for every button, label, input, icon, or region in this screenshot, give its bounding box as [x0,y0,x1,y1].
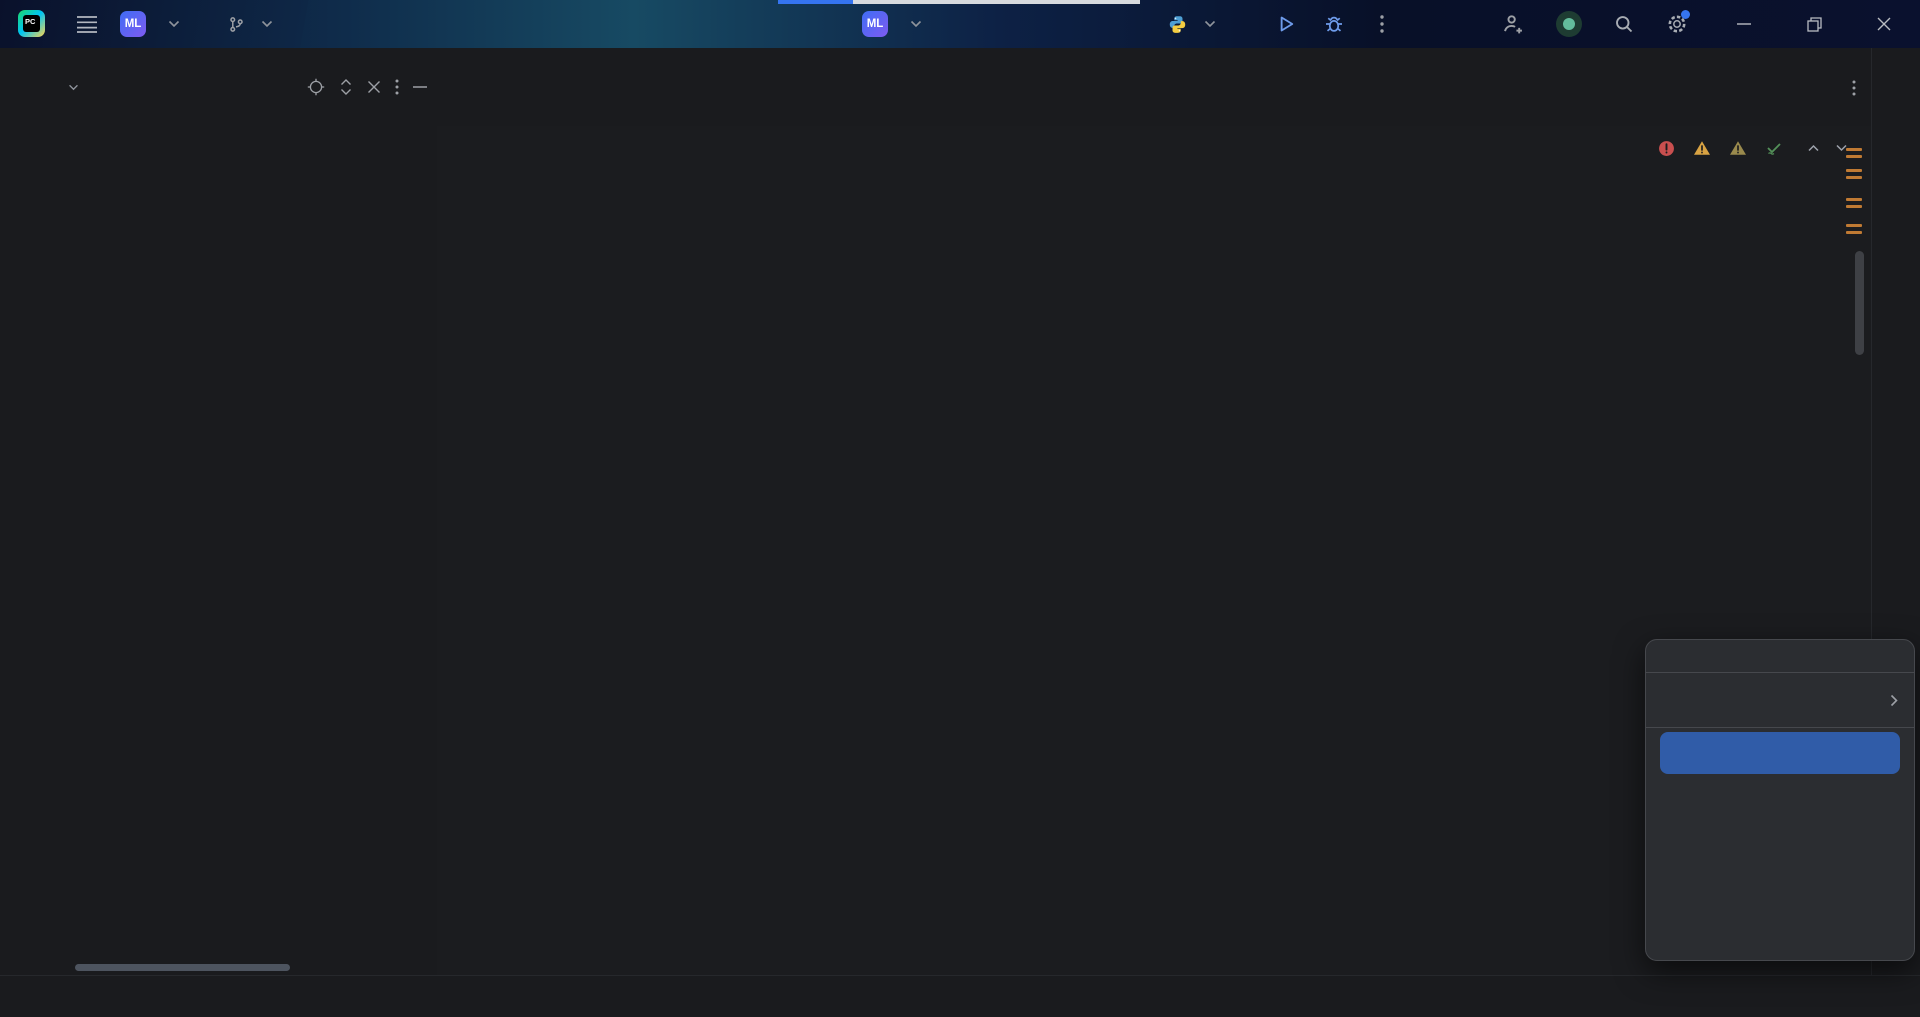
editor-scrollbar[interactable] [1855,251,1864,355]
weak-warning-icon [1729,140,1747,156]
hamburger-icon [76,15,98,33]
collapse-all-button[interactable] [367,80,381,94]
search-everywhere-button[interactable] [1614,0,1634,48]
avatar[interactable] [1556,11,1582,37]
python-icon [1168,15,1187,34]
hide-panel-button[interactable] [413,86,427,88]
locate-file-button[interactable] [307,78,325,96]
vcs-widget[interactable] [228,0,273,48]
code-with-me-button[interactable] [1502,0,1524,48]
run-button[interactable] [1276,0,1296,48]
left-tool-stripe [0,48,49,975]
kebab-icon [395,79,399,95]
chevron-down-icon [1204,20,1216,28]
minus-icon [413,86,427,88]
chevron-down-icon [68,84,79,91]
status-bar [0,975,1920,1017]
pycharm-logo-icon[interactable]: PC [18,10,45,37]
panel-options-button[interactable] [395,79,399,95]
divider [1646,672,1914,673]
restore-icon [1807,17,1822,32]
chevron-down-icon [168,20,180,28]
error-icon [1658,140,1675,157]
project-chip[interactable]: ML [120,11,146,37]
run-configuration-selector[interactable] [1168,0,1216,48]
ok-check-icon [1765,139,1783,157]
git-branch-icon [228,16,245,33]
manage-packages-item[interactable] [1646,776,1914,820]
add-user-icon [1502,13,1524,35]
search-icon [1614,14,1634,34]
divider [1646,727,1914,728]
restore-button[interactable] [1791,0,1837,48]
expand-collapse-icon [339,79,353,95]
chevron-down-icon [910,20,922,28]
pycharm-window: PC ML ML [0,0,1920,1017]
kebab-icon [1852,80,1856,96]
indexing-progress-bar [778,0,1140,4]
project-view-selector[interactable] [62,84,79,91]
prev-problem-button[interactable] [1807,144,1820,152]
settings-notification-dot [1681,10,1690,19]
tab-options-button[interactable] [1852,80,1856,96]
project-panel-header [48,48,437,126]
horizontal-scrollbar[interactable] [75,964,290,971]
debug-button[interactable] [1324,0,1344,48]
project-tool-window [48,48,438,975]
chevron-down-icon [261,20,273,28]
center-project-chip[interactable]: ML [862,11,888,37]
close-button[interactable] [1861,0,1907,48]
add-interpreter-item[interactable] [1646,677,1914,723]
close-icon [1877,17,1891,31]
bug-icon [1324,14,1344,34]
chevron-up-icon [1807,144,1820,152]
run-icon [1276,14,1296,34]
project-selector[interactable] [160,0,180,48]
inspections-widget[interactable] [1658,134,1848,162]
expand-selection-button[interactable] [339,79,353,95]
main-menu-button[interactable] [76,0,98,48]
collapse-all-icon [367,80,381,94]
interpreter-popup [1645,639,1915,961]
center-project-selector[interactable] [902,0,922,48]
kebab-icon [1380,15,1384,33]
editor-tab-bar [437,48,1872,126]
locate-icon [307,78,325,96]
project-tree [48,134,437,961]
minimize-icon [1737,23,1751,25]
more-actions-button[interactable] [1380,0,1384,48]
warning-icon [1693,140,1711,156]
settings-button[interactable] [1666,0,1688,48]
interpreter-settings-item[interactable] [1660,732,1900,774]
chevron-right-icon [1890,694,1898,707]
title-bar: PC ML ML [0,0,1920,48]
minimize-button[interactable] [1721,0,1767,48]
